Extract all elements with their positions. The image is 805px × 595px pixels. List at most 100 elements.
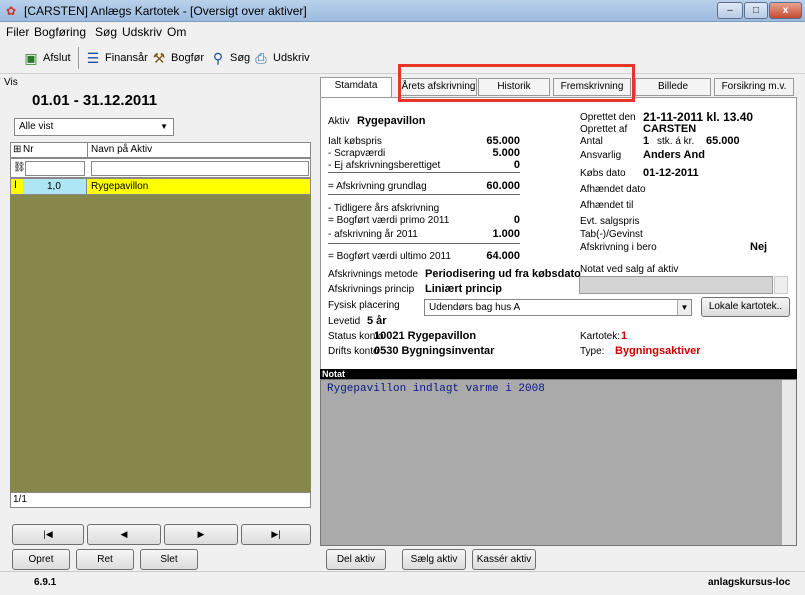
row-nr: 1,0 <box>47 181 61 192</box>
tidligere-label: - Tidligere års afskrivning <box>328 203 440 214</box>
search-icon: ⚲ <box>212 50 224 66</box>
filter-dropdown[interactable]: Alle vist ▼ <box>14 118 174 136</box>
tab-billede[interactable]: Billede <box>635 78 711 96</box>
version-label: 6.9.1 <box>34 577 57 588</box>
antal-price: 65.000 <box>706 135 740 147</box>
col-nr-header[interactable]: Nr <box>23 144 34 155</box>
afhaendet-dato-label: Afhændet dato <box>580 184 646 195</box>
saelg-aktiv-button[interactable]: Sælg aktiv <box>402 549 466 570</box>
bero-label: Afskrivning i bero <box>580 242 657 253</box>
row-name: Rygepavillon <box>91 181 149 192</box>
antal-value: 1 <box>643 135 650 147</box>
filter-name-input[interactable] <box>91 161 309 176</box>
primo-label: = Bogført værdi primo 2011 <box>328 215 450 226</box>
oprettet-den-label: Oprettet den <box>580 112 636 123</box>
oprettet-den-value: 21-11-2011 kl. 13.40 <box>643 110 754 124</box>
antal-label: Antal <box>580 136 603 147</box>
previous-record-button[interactable]: ◀ <box>87 524 161 545</box>
post-icon: ⚒ <box>152 50 166 66</box>
aktiv-name: Rygepavillon <box>357 115 426 127</box>
lokale-kartotek-button[interactable]: Lokale kartotek.. <box>701 297 790 317</box>
metode-value: Periodisering ud fra købsdato <box>425 268 581 280</box>
afhaendet-til-label: Afhændet til <box>580 200 634 211</box>
princip-label: Afskrivnings princip <box>328 284 415 295</box>
tab-gevinst-label: Tab(-)/Gevinst <box>580 229 643 240</box>
tab-forsikring[interactable]: Forsikring m.v. <box>714 78 794 96</box>
table-row[interactable]: Ⅰ 1,0 Rygepavillon <box>10 178 311 195</box>
afslut-button[interactable]: ▣ Afslut <box>22 47 70 69</box>
maximize-button[interactable]: □ <box>744 2 768 19</box>
scrap-value: 5.000 <box>492 147 520 159</box>
divider <box>328 172 520 173</box>
menu-bar: Filer Bogføring Søg Udskriv Om <box>0 22 805 41</box>
bogfor-button[interactable]: ⚒ Bogfør <box>150 47 204 69</box>
drifts-konto-value: 0530 Bygningsinventar <box>374 345 495 357</box>
kartotek-label: Kartotek: <box>580 331 621 342</box>
del-aktiv-button[interactable]: Del aktiv <box>326 549 386 570</box>
levetid-label: Levetid <box>328 316 361 327</box>
status-konto-value: 10021 Rygepavillon <box>374 330 477 342</box>
opret-button[interactable]: Opret <box>12 549 70 570</box>
row-cursor-icon: Ⅰ <box>14 180 17 191</box>
ialt-value: 65.000 <box>486 135 520 147</box>
ej-label: - Ej afskrivningsberettiget <box>328 160 441 171</box>
divider <box>328 194 520 195</box>
grid-body <box>10 178 311 492</box>
menu-om[interactable]: Om <box>167 25 186 39</box>
kasser-aktiv-button[interactable]: Kassér aktiv <box>472 549 536 570</box>
server-label: anlagskursus-loc <box>708 577 791 588</box>
salgspris-label: Evt. salgspris <box>580 216 640 227</box>
ultimo-value: 64.000 <box>486 250 520 262</box>
notat-salg-field[interactable] <box>579 276 773 294</box>
notat-salg-scrollbar[interactable] <box>774 276 788 294</box>
finansaar-button[interactable]: ☰ Finansår <box>84 47 148 69</box>
next-record-button[interactable]: ▶ <box>164 524 238 545</box>
afskrivning-aar-label: - afskrivning år 2011 <box>328 229 418 240</box>
aktiv-label: Aktiv <box>328 116 350 127</box>
app-icon: ✿ <box>6 4 17 18</box>
ledger-icon: ☰ <box>86 50 100 66</box>
ansvarlig-label: Ansvarlig <box>580 150 622 161</box>
close-button[interactable]: x <box>769 2 802 19</box>
ej-value: 0 <box>513 159 520 171</box>
placering-dropdown[interactable]: Udendørs bag hus A ▼ <box>424 299 692 316</box>
sog-button[interactable]: ⚲ Søg <box>209 47 250 69</box>
title-bar: ✿ [CARSTEN] Anlægs Kartotek - [Oversigt … <box>0 0 805 22</box>
notat-text: Rygepavillon indlagt varme i 2008 <box>327 383 545 395</box>
notat-textarea[interactable]: Rygepavillon indlagt varme i 2008 <box>320 379 797 546</box>
minimize-button[interactable]: – <box>717 2 743 19</box>
menu-udskriv[interactable]: Udskriv <box>122 25 162 39</box>
notat-scrollbar[interactable] <box>782 380 796 545</box>
grid-filter-row: ⛓ <box>10 158 311 178</box>
menu-bogforing[interactable]: Bogføring <box>34 25 86 39</box>
metode-label: Afskrivnings metode <box>328 269 419 280</box>
menu-filer[interactable]: Filer <box>6 25 29 39</box>
window-title: [CARSTEN] Anlægs Kartotek - [Oversigt ov… <box>24 4 307 18</box>
grundlag-value: 60.000 <box>486 180 520 192</box>
exit-icon: ▣ <box>24 50 38 66</box>
binoculars-icon: ⛓ <box>13 162 26 173</box>
last-record-button[interactable]: ▶| <box>241 524 311 545</box>
grid-header: ⊞ Nr Navn på Aktiv <box>10 142 311 158</box>
drifts-konto-label: Drifts konto <box>328 346 379 357</box>
levetid-value: 5 år <box>367 315 387 327</box>
tab-stamdata[interactable]: Stamdata <box>320 77 392 97</box>
ret-button[interactable]: Ret <box>76 549 134 570</box>
slet-button[interactable]: Slet <box>140 549 198 570</box>
kartotek-value: 1 <box>621 330 628 342</box>
kobsdato-value: 01-12-2011 <box>643 167 699 179</box>
bero-value: Nej <box>750 241 768 253</box>
notat-salg-label: Notat ved salg af aktiv <box>580 264 679 275</box>
oprettet-af-label: Oprettet af <box>580 124 628 135</box>
ansvarlig-value: Anders And <box>643 149 705 161</box>
filter-nr-input[interactable] <box>25 161 85 176</box>
period-label: 01.01 - 31.12.2011 <box>32 92 158 109</box>
col-name-header[interactable]: Navn på Aktiv <box>91 144 152 155</box>
vis-label: Vis <box>4 77 18 88</box>
first-record-button[interactable]: |◀ <box>12 524 84 545</box>
menu-sog[interactable]: Søg <box>95 25 117 39</box>
kobsdato-label: Købs dato <box>580 168 626 179</box>
udskriv-button[interactable]: ⎙ Udskriv <box>252 47 309 69</box>
grid-corner-icon: ⊞ <box>13 144 22 155</box>
placering-label: Fysisk placering <box>328 300 400 311</box>
